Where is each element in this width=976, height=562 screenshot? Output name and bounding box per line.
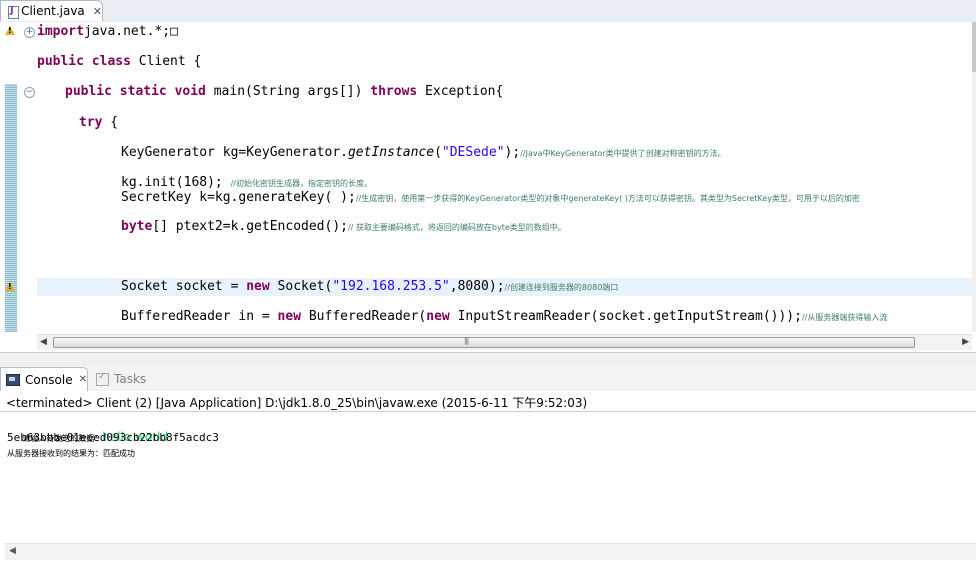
java-file-icon: [7, 5, 20, 19]
code-line[interactable]: Socket socket = new Socket("192.168.253.…: [121, 278, 618, 296]
code-line[interactable]: try {: [79, 114, 118, 132]
tasks-icon: [96, 371, 109, 386]
console-line-hex: 5eb63bbbe01eeed093cb22bb8f5acdc3: [7, 431, 219, 444]
editor-horizontal-scrollbar[interactable]: ◀ ||| ▶: [37, 334, 972, 350]
scroll-left-icon[interactable]: ◀: [9, 546, 16, 556]
grip-icon: |||: [464, 337, 469, 345]
editor-tab-label: Client.java: [21, 4, 85, 18]
scroll-left-icon[interactable]: ◀: [40, 337, 47, 347]
tab-console-label: Console: [24, 372, 73, 387]
editor-tab-client-java[interactable]: Client.java ✕: [0, 0, 103, 21]
warning-icon[interactable]: [5, 282, 16, 293]
scrollbar-thumb[interactable]: [972, 22, 976, 72]
console-output[interactable]: 请输入待发送的数据：hello world 5eb63bbbe01eeed093…: [0, 412, 976, 542]
editor-vertical-scrollbar[interactable]: [972, 22, 976, 332]
code-line[interactable]: byte[] ptext2=k.getEncoded();// 获取主要编码格式…: [121, 218, 566, 236]
console-line-result: 从服务器接收到的结果为：匹配成功: [7, 449, 135, 458]
console-process-header: <terminated> Client (2) [Java Applicatio…: [0, 391, 976, 412]
warning-icon[interactable]: [5, 26, 16, 37]
code-line[interactable]: importjava.net.*;□: [37, 23, 178, 41]
tab-tasks-label: Tasks: [114, 372, 147, 386]
code-editor[interactable]: + − importjava.net.*;□ public class Clie…: [0, 22, 976, 350]
console-view-tabs: Console ✕ Tasks: [0, 366, 976, 391]
code-line[interactable]: BufferedReader in = new BufferedReader(n…: [121, 308, 887, 326]
scrollbar-thumb[interactable]: [53, 337, 915, 348]
close-icon[interactable]: ✕: [79, 374, 87, 385]
code-line[interactable]: public class Client {: [37, 53, 201, 71]
code-line[interactable]: SecretKey k=kg.generateKey( );//生成密钥，使用第…: [121, 189, 860, 207]
quick-diff-bar: [5, 84, 17, 332]
close-icon[interactable]: ✕: [93, 5, 102, 18]
scroll-right-icon[interactable]: ▶: [962, 337, 969, 347]
process-status-text: <terminated> Client (2) [Java Applicatio…: [6, 396, 588, 410]
expand-fold-icon[interactable]: +: [24, 27, 35, 38]
tab-console[interactable]: Console ✕: [0, 367, 88, 391]
console-icon: [6, 373, 20, 386]
code-line[interactable]: KeyGenerator kg=KeyGenerator.getInstance…: [121, 144, 726, 162]
collapse-fold-icon[interactable]: −: [24, 87, 35, 98]
editor-tabbar: Client.java ✕: [0, 0, 976, 23]
code-line[interactable]: public static void main(String args[]) t…: [65, 83, 503, 101]
console-horizontal-scrollbar[interactable]: ◀: [5, 543, 976, 560]
tab-tasks[interactable]: Tasks: [92, 367, 162, 391]
view-separator[interactable]: [0, 352, 976, 367]
